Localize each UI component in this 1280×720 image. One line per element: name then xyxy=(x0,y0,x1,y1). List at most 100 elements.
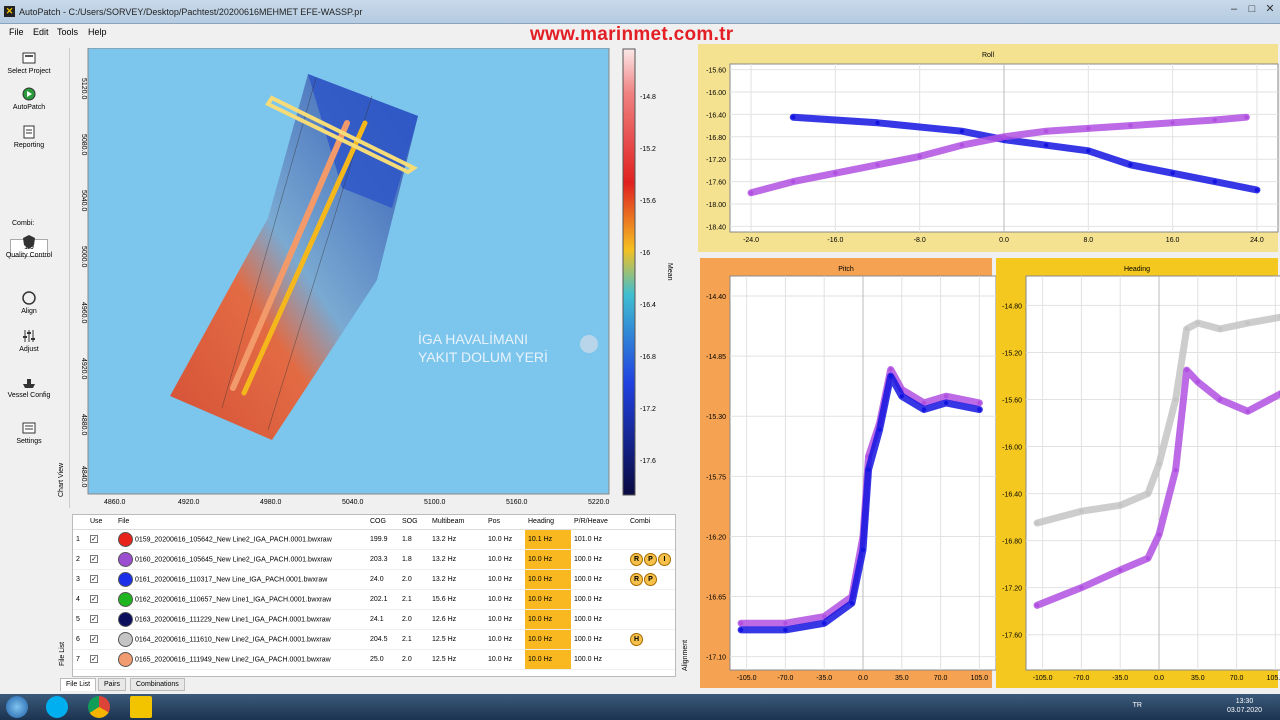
file-name: 0163_20200616_111229_New Line1_IGA_PACH.… xyxy=(134,615,331,623)
col-prh[interactable]: P/R/Heave xyxy=(571,515,627,530)
combi-badge[interactable]: R xyxy=(630,552,643,566)
col-use[interactable]: Use xyxy=(87,515,115,530)
use-checkbox[interactable]: ✓ xyxy=(90,535,98,543)
y-tick-label: -16.40 xyxy=(1002,492,1022,499)
use-checkbox[interactable]: ✓ xyxy=(90,575,98,583)
file-list-side-tab[interactable]: File List xyxy=(58,514,70,677)
combi-badge[interactable]: H xyxy=(630,632,643,646)
autopatch-taskbar-icon[interactable] xyxy=(130,696,152,718)
y-tick-label: -15.60 xyxy=(1002,397,1022,404)
data-point xyxy=(1244,115,1249,120)
map-y-tick: 5120.0 xyxy=(80,78,87,100)
col-pos[interactable]: Pos xyxy=(485,515,525,530)
line-color-swatch[interactable] xyxy=(118,551,133,567)
map-x-tick: 4920.0 xyxy=(178,499,200,506)
quality-control-button[interactable]: Quality Control xyxy=(0,234,58,260)
combi-badge[interactable]: P xyxy=(644,572,657,586)
vessel-config-button[interactable]: Vessel Config xyxy=(0,374,58,400)
align-button[interactable]: Align xyxy=(0,290,58,316)
use-checkbox[interactable]: ✓ xyxy=(90,595,98,603)
line-color-swatch[interactable] xyxy=(118,531,133,547)
x-tick-label: -70.0 xyxy=(777,675,793,682)
maximize-button[interactable]: □ xyxy=(1244,0,1260,18)
menu-help[interactable]: Help xyxy=(88,27,107,37)
skype-icon[interactable] xyxy=(46,696,68,718)
x-tick-label: 35.0 xyxy=(895,675,909,682)
heading-cell: 10.0 Hz xyxy=(525,569,571,590)
table-row[interactable]: 4 ✓ 0162_20200616_110657_New Line1_IGA_PA… xyxy=(73,589,675,610)
chart-view-tab[interactable]: Chart View xyxy=(58,48,70,508)
data-point xyxy=(875,120,880,126)
alignment-side-tab[interactable]: Alignment xyxy=(680,48,694,684)
language-indicator[interactable]: TR xyxy=(1133,702,1142,709)
report-icon xyxy=(23,125,35,139)
y-tick-label: -15.75 xyxy=(706,474,726,481)
col-combi[interactable]: Combi xyxy=(627,515,675,530)
chrome-icon[interactable] xyxy=(88,696,110,718)
use-checkbox[interactable]: ✓ xyxy=(90,615,98,623)
data-point xyxy=(1086,126,1091,131)
file-name: 0164_20200616_111610_New Line2_IGA_PACH.… xyxy=(134,635,331,643)
adjust-button[interactable]: Adjust xyxy=(0,328,58,354)
menu-edit[interactable]: Edit xyxy=(33,27,49,37)
row-index: 1 xyxy=(73,529,87,550)
line-color-swatch[interactable] xyxy=(118,571,133,587)
x-tick-label: -105.0 xyxy=(737,675,757,682)
col-multibeam[interactable]: Multibeam xyxy=(429,515,485,530)
col-heading[interactable]: Heading xyxy=(525,515,571,530)
x-tick-label: -70.0 xyxy=(1073,675,1089,682)
tab-file-list[interactable]: File List xyxy=(60,678,97,691)
colorbar-tick: -15.2 xyxy=(640,146,656,153)
use-checkbox[interactable]: ✓ xyxy=(90,555,98,563)
multibeam-cell: 12.5 Hz xyxy=(429,649,485,670)
start-button[interactable] xyxy=(6,696,28,718)
data-point xyxy=(1128,123,1133,128)
combi-cell xyxy=(627,609,675,630)
table-row[interactable]: 5 ✓ 0163_20200616_111229_New Line1_IGA_PA… xyxy=(73,609,675,630)
minimize-button[interactable]: – xyxy=(1226,0,1242,18)
col-sog[interactable]: SOG xyxy=(399,515,429,530)
combi-badge[interactable]: I xyxy=(658,552,671,566)
line-color-swatch[interactable] xyxy=(118,631,133,647)
use-cell: ✓ xyxy=(87,529,115,550)
data-point xyxy=(1001,134,1007,139)
tab-pairs[interactable]: Pairs xyxy=(98,678,126,691)
use-checkbox[interactable]: ✓ xyxy=(90,655,98,663)
col-file[interactable]: File xyxy=(115,515,367,530)
bathymetry-map[interactable]: İGA HAVALİMANI YAKIT DOLUM YERİ 4860.0 4… xyxy=(72,48,612,508)
y-tick-label: -17.60 xyxy=(706,180,726,187)
col-cog[interactable]: COG xyxy=(367,515,399,530)
map-y-tick: 4920.0 xyxy=(80,358,87,380)
data-point xyxy=(1086,148,1091,153)
settings-button[interactable]: Settings xyxy=(0,420,58,446)
data-point xyxy=(977,407,982,412)
combi-badge[interactable]: R xyxy=(630,572,643,586)
tab-combinations[interactable]: Combinations xyxy=(130,678,185,691)
x-tick-label: 0.0 xyxy=(858,675,868,682)
table-row[interactable]: 3 ✓ 0161_20200616_110317_New Line_IGA_PAC… xyxy=(73,569,675,590)
close-button[interactable]: ✕ xyxy=(1262,0,1278,18)
line-color-swatch[interactable] xyxy=(118,651,133,667)
menu-file[interactable]: File xyxy=(9,27,24,37)
menu-tools[interactable]: Tools xyxy=(57,27,78,37)
select-project-label: Select Project xyxy=(7,68,51,75)
autopatch-button[interactable]: AutoPatch xyxy=(0,86,58,112)
table-row[interactable]: 2 ✓ 0160_20200616_105645_New Line2_IGA_PA… xyxy=(73,549,675,570)
line-color-swatch[interactable] xyxy=(118,611,133,627)
sog-cell: 2.0 xyxy=(399,609,429,630)
line-color-swatch[interactable] xyxy=(118,591,133,607)
heading-cell: 10.0 Hz xyxy=(525,629,571,650)
data-point xyxy=(1043,143,1049,148)
data-point xyxy=(1245,409,1250,414)
table-row[interactable]: 7 ✓ 0165_20200616_111949_New Line2_IGA_PA… xyxy=(73,649,675,670)
select-project-button[interactable]: Select Project xyxy=(0,50,58,76)
table-row[interactable]: 6 ✓ 0164_20200616_111610_New Line2_IGA_PA… xyxy=(73,629,675,650)
clock[interactable]: 13:30 03.07.2020 xyxy=(1227,697,1262,715)
table-row[interactable]: 1 ✓ 0159_20200616_105642_New Line2_IGA_PA… xyxy=(73,529,675,550)
combi-badge[interactable]: P xyxy=(644,552,657,566)
use-checkbox[interactable]: ✓ xyxy=(90,635,98,643)
colorbar-tick: -17.6 xyxy=(640,458,656,465)
reporting-button[interactable]: Reporting xyxy=(0,124,58,150)
y-tick-label: -15.60 xyxy=(706,68,726,75)
cog-cell: 25.0 xyxy=(367,649,399,670)
